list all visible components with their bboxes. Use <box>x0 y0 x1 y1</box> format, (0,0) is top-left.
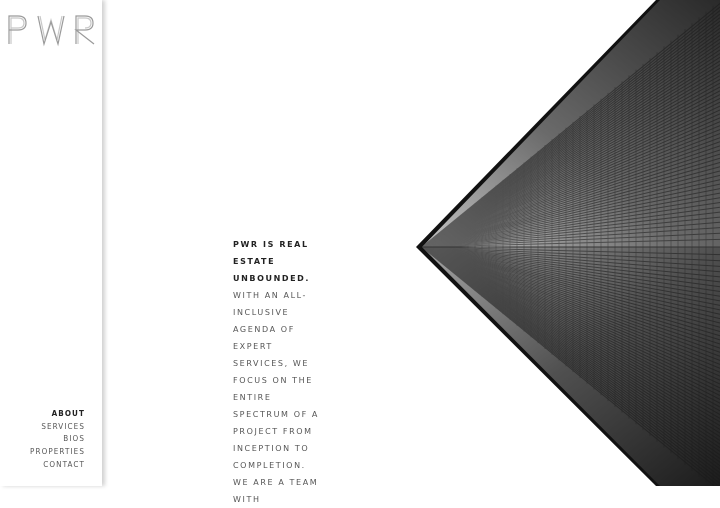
nav-item-contact[interactable]: CONTACT <box>30 459 85 472</box>
pwr-logo-icon <box>8 15 95 47</box>
building-photo <box>416 0 720 486</box>
nav-item-bios[interactable]: BIOS <box>30 433 85 446</box>
hero-image <box>410 0 720 486</box>
nav-item-properties[interactable]: PROPERTIES <box>30 446 85 459</box>
sidebar: ABOUT SERVICES BIOS PROPERTIES CONTACT <box>0 0 102 486</box>
logo[interactable] <box>6 10 98 48</box>
nav-item-services[interactable]: SERVICES <box>30 421 85 434</box>
about-lead: PWR IS REAL ESTATE UNBOUNDED. <box>233 240 311 283</box>
about-body: WITH AN ALL-INCLUSIVE AGENDA OF EXPERT S… <box>233 291 320 504</box>
about-text: PWR IS REAL ESTATE UNBOUNDED. WITH AN AL… <box>233 236 325 508</box>
nav-item-about[interactable]: ABOUT <box>30 408 85 421</box>
main-nav: ABOUT SERVICES BIOS PROPERTIES CONTACT <box>30 408 85 472</box>
